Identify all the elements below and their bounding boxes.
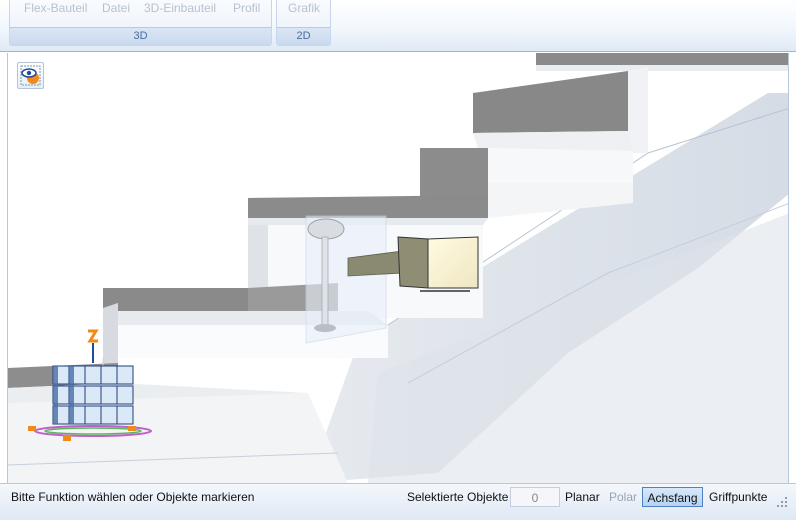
stair-step-riser [536,53,788,65]
stair-step-shadow [248,225,268,293]
stair-step-riser [103,288,248,311]
eye-icon [20,65,41,86]
ribbon-group-3d: Flex-Bauteil Datei 3D-Einbauteil Profil … [9,0,272,46]
achsfang-toggle[interactable]: Achsfang [642,487,703,507]
stair-step-riser [473,71,628,133]
ribbon-group-label-3d: 3D [10,27,271,45]
ribbon-group-label-2d: 2D [277,27,330,45]
ribbon-button-profil[interactable]: Profil [233,1,260,15]
selected-objects-label: Selektierte Objekte [407,490,509,504]
selected-objects-count: 0 [510,487,560,507]
resize-grip-icon[interactable] [776,496,788,508]
ribbon: Flex-Bauteil Datei 3D-Einbauteil Profil … [0,0,796,52]
box-object-side [397,236,429,289]
box-object-front [427,236,479,289]
ribbon-button-grafik[interactable]: Grafik [288,1,320,15]
ribbon-button-datei[interactable]: Datei [102,1,130,15]
polar-toggle[interactable]: Polar [606,487,640,507]
planar-toggle[interactable]: Planar [562,487,603,507]
status-bar: Bitte Funktion wählen oder Objekte marki… [0,483,796,520]
ribbon-group-2d: Grafik 2D [276,0,331,46]
stair-step-face [488,148,633,183]
lamp-shade [307,218,345,240]
3d-viewport[interactable] [7,53,789,483]
ribbon-button-flex-bauteil[interactable]: Flex-Bauteil [24,1,87,15]
stair-step-riser [420,148,488,203]
status-message: Bitte Funktion wählen oder Objekte marki… [11,490,255,504]
view-toggle-button[interactable] [17,62,44,89]
stair-step-tread [536,65,788,71]
lamp-pole [321,236,329,328]
stair-step-tread [473,131,633,151]
stair-step-riser [248,195,488,218]
ribbon-button-3d-einbauteil[interactable]: 3D-Einbauteil [144,1,216,15]
stair-step-side [628,67,648,153]
stair-3d-scene [8,53,788,483]
griffpunkte-toggle[interactable]: Griffpunkte [706,487,770,507]
lamp-base [314,324,336,332]
